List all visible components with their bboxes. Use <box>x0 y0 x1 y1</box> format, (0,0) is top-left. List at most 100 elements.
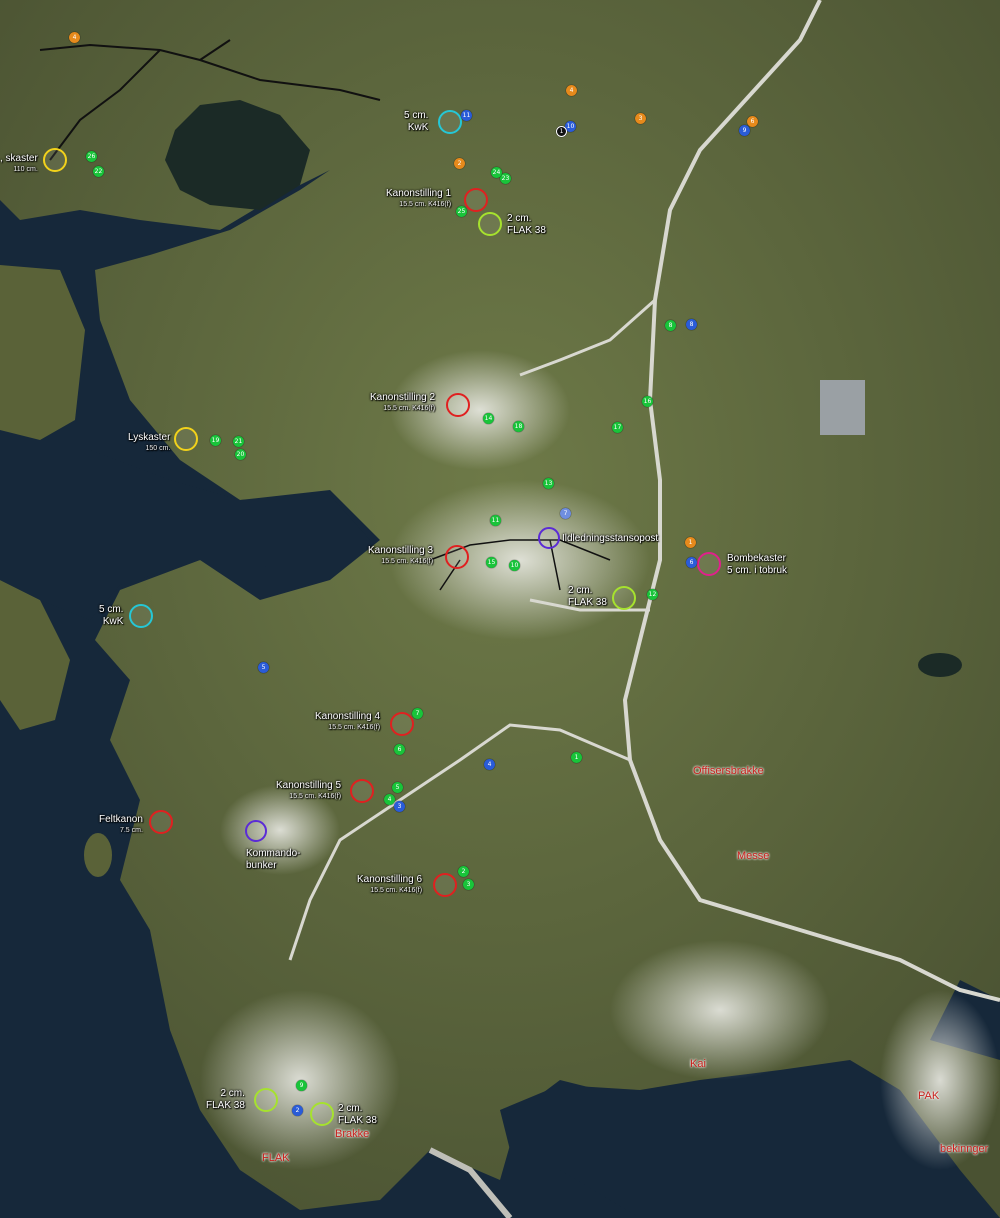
gun-ring-5[interactable] <box>350 779 374 803</box>
marker-green[interactable]: 19 <box>210 435 221 446</box>
label-gun-6: Kanonstilling 6 15.5 cm. K416(f) <box>357 874 422 895</box>
label-flak-north-title: 2 cm. <box>507 213 532 224</box>
label-gun-4: Kanonstilling 4 15.5 cm. K416(f) <box>315 711 380 732</box>
marker-orange[interactable]: 3 <box>635 113 646 124</box>
label-mortar: Bombekaster 5 cm. i tobruk <box>727 553 787 577</box>
bunker-ring-fire-control[interactable] <box>538 527 560 549</box>
marker-green[interactable]: 6 <box>394 744 405 755</box>
label-gun-5: Kanonstilling 5 15.5 cm. K416(f) <box>276 780 341 801</box>
flak-ring-mid[interactable] <box>612 586 636 610</box>
marker-orange[interactable]: 4 <box>69 32 80 43</box>
label-kwk-west: 5 cm. KwK <box>99 604 123 628</box>
label-gun-1-title: Kanonstilling 1 <box>386 188 452 199</box>
marker-green[interactable]: 18 <box>513 421 524 432</box>
flak-ring-north[interactable] <box>478 212 502 236</box>
gun-ring-3[interactable] <box>445 545 469 569</box>
marker-green[interactable]: 12 <box>647 589 658 600</box>
label-gun-5-title: Kanonstilling 5 <box>276 780 342 791</box>
marker-blue[interactable]: 4 <box>484 759 495 770</box>
marker-green[interactable]: 23 <box>500 173 511 184</box>
label-flak-north-type: FLAK 38 <box>507 225 546 236</box>
label-gun-2-title: Kanonstilling 2 <box>370 392 436 403</box>
pond-east <box>918 653 962 677</box>
marker-green[interactable]: 13 <box>543 478 554 489</box>
marker-orange[interactable]: 2 <box>454 158 465 169</box>
marker-blue[interactable]: 6 <box>686 557 697 568</box>
label-searchlight-mid: Lyskaster 150 cm. <box>128 432 170 453</box>
label-gun-4-sub: 15.5 cm. K416(f) <box>328 724 381 731</box>
marker-green[interactable]: 20 <box>235 449 246 460</box>
marker-green[interactable]: 1 <box>571 752 582 763</box>
label-flak-mid-title: 2 cm. <box>568 585 593 596</box>
label-gun-6-sub: 15.5 cm. K416(f) <box>370 887 423 894</box>
marker-orange[interactable]: 6 <box>747 116 758 127</box>
marker-green[interactable]: 4 <box>384 794 395 805</box>
marker-green[interactable]: 2 <box>458 866 469 877</box>
gun-ring-6[interactable] <box>433 873 457 897</box>
marker-orange[interactable]: 1 <box>685 537 696 548</box>
label-field-gun-title: Feltkanon <box>99 814 143 825</box>
label-gun-6-title: Kanonstilling 6 <box>357 874 423 885</box>
label-searchlight-mid-sub: 150 cm. <box>145 445 171 452</box>
marker-green[interactable]: 5 <box>392 782 403 793</box>
label-searchlight-north-sub: 110 cm. <box>13 166 38 173</box>
marker-blue[interactable]: 3 <box>394 801 405 812</box>
marker-green[interactable]: 17 <box>612 422 623 433</box>
label-mortar-title: Bombekaster <box>727 553 786 564</box>
label-command-bunker-line2: bunker <box>246 860 277 871</box>
label-flak-south-1-type: FLAK 38 <box>206 1100 245 1111</box>
label-gun-2-sub: 15.5 cm. K416(f) <box>383 405 436 412</box>
label-gun-3: Kanonstilling 3 15.5 cm. K416(f) <box>368 545 433 566</box>
gun-ring-2[interactable] <box>446 393 470 417</box>
marker-green[interactable]: 15 <box>486 557 497 568</box>
label-gun-3-sub: 15.5 cm. K416(f) <box>381 558 434 565</box>
marker-blue[interactable]: 8 <box>686 319 697 330</box>
label-gun-2: Kanonstilling 2 15.5 cm. K416(f) <box>370 392 435 413</box>
marker-green[interactable]: 25 <box>456 206 467 217</box>
label-flak-mid: 2 cm. FLAK 38 <box>568 585 607 609</box>
label-gun-1-sub: 15.5 cm. K416(f) <box>399 201 452 208</box>
label-kwk-north-type: KwK <box>407 122 429 133</box>
label-bekinnger: bekinnger <box>940 1143 989 1155</box>
label-flak-mid-type: FLAK 38 <box>568 597 607 608</box>
label-kwk-north-title: 5 cm. <box>404 110 429 121</box>
marker-green[interactable]: 26 <box>86 151 97 162</box>
flak-ring-south-2[interactable] <box>310 1102 334 1126</box>
searchlight-ring-north[interactable] <box>43 148 67 172</box>
marker-orange[interactable]: 4 <box>566 85 577 96</box>
label-kwk-west-type: KwK <box>102 616 124 627</box>
marker-green[interactable]: 21 <box>233 436 244 447</box>
gun-ring-1[interactable] <box>464 188 488 212</box>
label-field-gun: Feltkanon 7.5 cm. <box>99 814 143 835</box>
marker-green[interactable]: 16 <box>642 396 653 407</box>
marker-green[interactable]: 9 <box>296 1080 307 1091</box>
marker-green[interactable]: 7 <box>412 708 423 719</box>
flak-ring-south-1[interactable] <box>254 1088 278 1112</box>
marker-green[interactable]: 8 <box>665 320 676 331</box>
marker-blue[interactable]: 9 <box>739 125 750 136</box>
label-flak-south-2: 2 cm. FLAK 38 <box>338 1103 377 1127</box>
mortar-ring[interactable] <box>697 552 721 576</box>
gun-ring-4[interactable] <box>390 712 414 736</box>
marker-blue[interactable]: 5 <box>258 662 269 673</box>
map-view[interactable]: , skaster 110 cm. 5 cm. KwK Kanonstillin… <box>0 0 1000 1218</box>
label-command-bunker-title: Kommando- <box>246 848 301 859</box>
label-command-bunker: Kommando- bunker <box>246 848 300 872</box>
marker-green[interactable]: 24 <box>491 167 502 178</box>
marker-green[interactable]: 14 <box>483 413 494 424</box>
marker-green[interactable]: 3 <box>463 879 474 890</box>
kwk-ring-west[interactable] <box>129 604 153 628</box>
marker-blue[interactable]: 2 <box>292 1105 303 1116</box>
searchlight-ring-mid[interactable] <box>174 427 198 451</box>
marker-green[interactable]: 10 <box>509 560 520 571</box>
marker-green[interactable]: 11 <box>490 515 501 526</box>
command-bunker-ring[interactable] <box>245 820 267 842</box>
marker-lightblue[interactable]: 7 <box>560 508 571 519</box>
marker-white[interactable]: 1 <box>556 126 567 137</box>
marker-blue[interactable]: 11 <box>461 110 472 121</box>
kwk-ring-north[interactable] <box>438 110 462 134</box>
label-gun-3-title: Kanonstilling 3 <box>368 545 434 556</box>
field-gun-ring[interactable] <box>149 810 173 834</box>
label-fire-control: Ildledningsstansopost <box>562 533 658 545</box>
marker-green[interactable]: 22 <box>93 166 104 177</box>
